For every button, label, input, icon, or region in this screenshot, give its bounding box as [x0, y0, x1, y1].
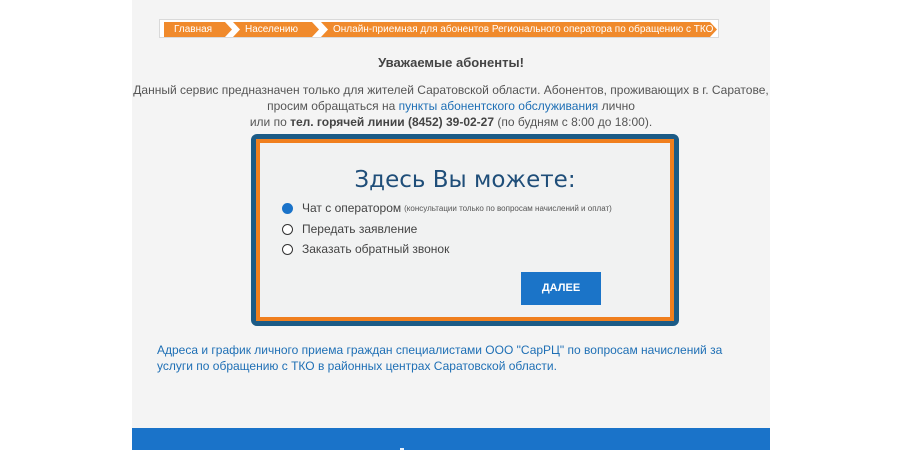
- breadcrumb-home[interactable]: Главная: [164, 22, 232, 37]
- intro-line-3-suffix: (по будням с 8:00 до 18:00).: [494, 115, 653, 129]
- intro-text: Данный сервис предназначен только для жи…: [132, 82, 770, 130]
- breadcrumb: Главная Населению Онлайн-приемная для аб…: [159, 19, 719, 38]
- radio-chat-operator[interactable]: [282, 202, 293, 214]
- intro-line-1: Данный сервис предназначен только для жи…: [133, 83, 769, 97]
- hotline-phone: тел. горячей линии (8452) 39-02-27: [290, 115, 495, 129]
- option-submit-application-label: Передать заявление: [302, 222, 418, 236]
- option-chat-operator-label: Чат с оператором: [302, 201, 402, 215]
- intro-line-2-suffix: лично: [598, 99, 635, 113]
- breadcrumb-population[interactable]: Населению: [233, 22, 319, 37]
- greeting-heading: Уважаемые абоненты!: [378, 55, 524, 70]
- next-button[interactable]: ДАЛЕЕ: [521, 272, 601, 305]
- radio-callback[interactable]: [282, 243, 293, 255]
- dialog-title: Здесь Вы можете:: [354, 167, 576, 193]
- district-offices-link[interactable]: Адреса и график личного приема граждан с…: [157, 342, 757, 374]
- intro-line-2-prefix: просим обращаться на: [267, 99, 399, 113]
- intro-line-2: просим обращаться на пункты абонентского…: [132, 98, 770, 114]
- option-callback-label: Заказать обратный звонок: [302, 242, 450, 256]
- service-choice-dialog: Здесь Вы можете: Чат с оператором (консу…: [251, 134, 679, 326]
- option-chat-operator-note: (консультации только по вопросам начисле…: [404, 203, 612, 213]
- option-chat-operator[interactable]: Чат с оператором (консультации только по…: [282, 200, 612, 216]
- radio-submit-application[interactable]: [282, 223, 293, 235]
- service-choice-dialog-inner: Здесь Вы можете: Чат с оператором (консу…: [256, 139, 674, 321]
- page-container: Главная Населению Онлайн-приемная для аб…: [132, 0, 770, 450]
- breadcrumb-current: Онлайн-приемная для абонентов Региональн…: [321, 22, 717, 37]
- service-points-link[interactable]: пункты абонентского обслуживания: [399, 99, 599, 113]
- intro-line-3-prefix: или по: [249, 115, 291, 129]
- footer-bar: [132, 428, 770, 450]
- option-callback[interactable]: Заказать обратный звонок: [282, 241, 449, 257]
- intro-line-3: или по тел. горячей линии (8452) 39-02-2…: [132, 114, 770, 130]
- option-submit-application[interactable]: Передать заявление: [282, 221, 417, 237]
